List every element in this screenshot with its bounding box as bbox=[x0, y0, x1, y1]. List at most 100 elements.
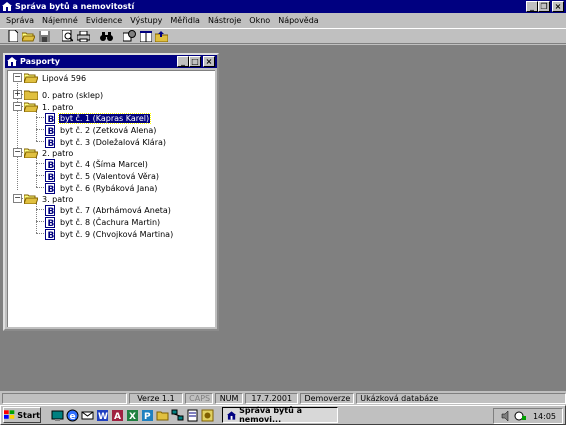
expander-floor-2[interactable]: − bbox=[13, 148, 22, 157]
svg-text:B: B bbox=[48, 173, 55, 182]
svg-text:X: X bbox=[129, 412, 136, 422]
tree-flat-label: byt č. 4 (Šíma Marcel) bbox=[60, 159, 148, 169]
menu-evidence[interactable]: Evidence bbox=[82, 16, 126, 25]
app-title-bar[interactable]: Správa bytů a nemovitostí _ ❐ × bbox=[0, 0, 566, 13]
notepad-icon[interactable] bbox=[186, 409, 199, 422]
child-close-button[interactable]: × bbox=[203, 56, 215, 67]
flat-b-icon: B bbox=[45, 136, 55, 148]
status-caps: CAPS bbox=[185, 393, 214, 404]
flat-b-icon: B bbox=[45, 182, 55, 194]
taskbar-app-button[interactable]: Správa bytů a nemovi... bbox=[222, 406, 338, 424]
publisher-icon[interactable]: P bbox=[141, 409, 154, 422]
start-button[interactable]: Start bbox=[3, 407, 41, 423]
tree-root[interactable]: Lipová 596 bbox=[24, 72, 87, 84]
open-folder-icon bbox=[24, 73, 38, 83]
quick-launch: e W A X P bbox=[51, 409, 214, 422]
browser-icon[interactable]: e bbox=[66, 409, 79, 422]
tree-flat-8[interactable]: B byt č. 8 (Čachura Martin) bbox=[45, 216, 161, 228]
status-num: NUM bbox=[215, 393, 243, 404]
expander-floor-3[interactable]: − bbox=[13, 194, 22, 203]
tree-floor-0[interactable]: 0. patro (sklep) bbox=[24, 89, 104, 101]
network-icon[interactable] bbox=[171, 409, 184, 422]
save-icon[interactable] bbox=[38, 30, 51, 42]
folder-icon bbox=[24, 90, 38, 100]
word-icon[interactable]: W bbox=[96, 409, 109, 422]
open-folder-icon bbox=[24, 102, 38, 112]
print-preview-icon[interactable] bbox=[61, 30, 74, 42]
close-button[interactable]: × bbox=[552, 1, 564, 12]
windows-logo-icon bbox=[4, 410, 15, 419]
scheduler-icon[interactable] bbox=[514, 411, 526, 421]
house-icon bbox=[2, 2, 12, 11]
menu-nastroje[interactable]: Nástroje bbox=[204, 16, 245, 25]
pasporty-title-bar[interactable]: Pasporty _ □ × bbox=[5, 55, 217, 68]
emblem-icon[interactable] bbox=[201, 409, 214, 422]
flat-b-icon: B bbox=[45, 158, 55, 170]
speaker-icon[interactable] bbox=[501, 411, 511, 421]
toolbar bbox=[0, 28, 566, 44]
menu-okno[interactable]: Okno bbox=[245, 16, 274, 25]
settings-icon[interactable] bbox=[123, 30, 136, 42]
tree-floor-label: 1. patro bbox=[42, 102, 74, 112]
tree-flat-1[interactable]: B byt č. 1 (Kapras Karel) bbox=[45, 112, 152, 124]
expander-floor-0[interactable]: + bbox=[13, 90, 22, 99]
menu-bar: Správa Nájemné Evidence Výstupy Měřidla … bbox=[0, 13, 566, 28]
pasporty-tree[interactable]: − + − − − Lipová 596 0. patro (sklep) 1.… bbox=[7, 70, 215, 327]
svg-text:e: e bbox=[70, 412, 76, 422]
folder-icon[interactable] bbox=[156, 409, 169, 422]
child-minimize-button[interactable]: _ bbox=[177, 56, 189, 67]
system-tray: 14:05 bbox=[493, 408, 563, 424]
menu-vystupy[interactable]: Výstupy bbox=[126, 16, 166, 25]
svg-text:B: B bbox=[48, 161, 55, 170]
flat-b-icon: B bbox=[45, 124, 55, 136]
tree-flat-label: byt č. 2 (Zetková Alena) bbox=[60, 125, 157, 135]
svg-text:B: B bbox=[48, 207, 55, 216]
expander-floor-1[interactable]: − bbox=[13, 102, 22, 111]
status-version: Verze 1.1 bbox=[128, 393, 184, 404]
pasporty-window[interactable]: Pasporty _ □ × − + − − − Lipová 596 0. p… bbox=[3, 53, 219, 331]
menu-meridla[interactable]: Měřidla bbox=[166, 16, 204, 25]
svg-text:A: A bbox=[114, 412, 121, 422]
child-maximize-button[interactable]: □ bbox=[189, 56, 201, 67]
restore-button[interactable]: ❐ bbox=[538, 1, 550, 12]
tree-flat-9[interactable]: B byt č. 9 (Chvojková Martina) bbox=[45, 228, 174, 240]
print-icon[interactable] bbox=[77, 30, 90, 42]
tree-floor-label: 3. patro bbox=[42, 194, 74, 204]
tree-flat-label: byt č. 7 (Abrhámová Aneta) bbox=[60, 205, 171, 215]
tree-flat-label: byt č. 1 (Kapras Karel) bbox=[57, 112, 152, 124]
access-icon[interactable]: A bbox=[111, 409, 124, 422]
tree-flat-5[interactable]: B byt č. 5 (Valentová Věra) bbox=[45, 170, 160, 182]
tree-flat-4[interactable]: B byt č. 4 (Šíma Marcel) bbox=[45, 158, 149, 170]
menu-sprava[interactable]: Správa bbox=[2, 16, 38, 25]
tree-flat-label: byt č. 8 (Čachura Martin) bbox=[60, 217, 161, 227]
house-icon bbox=[7, 57, 17, 66]
tree-flat-label: byt č. 6 (Rybáková Jana) bbox=[60, 183, 158, 193]
open-folder-icon bbox=[24, 148, 38, 158]
flat-b-icon: B bbox=[45, 228, 55, 240]
mail-icon[interactable] bbox=[81, 409, 94, 422]
tree-flat-2[interactable]: B byt č. 2 (Zetková Alena) bbox=[45, 124, 157, 136]
flat-b-icon: B bbox=[45, 216, 55, 228]
excel-icon[interactable]: X bbox=[126, 409, 139, 422]
expander-root[interactable]: − bbox=[13, 73, 22, 82]
status-mode: Demoverze bbox=[300, 393, 355, 404]
open-folder-icon[interactable] bbox=[22, 30, 35, 42]
svg-text:B: B bbox=[48, 231, 55, 240]
binoculars-icon[interactable] bbox=[100, 30, 113, 42]
menu-napoveda[interactable]: Nápověda bbox=[274, 16, 323, 25]
export-icon[interactable] bbox=[155, 30, 168, 42]
start-label: Start bbox=[17, 410, 40, 420]
status-empty bbox=[2, 393, 127, 404]
menu-najemne[interactable]: Nájemné bbox=[38, 16, 82, 25]
taskbar-app-label: Správa bytů a nemovi... bbox=[239, 406, 302, 424]
flat-b-icon: B bbox=[45, 170, 55, 182]
minimize-button[interactable]: _ bbox=[526, 1, 538, 12]
window-icon[interactable] bbox=[139, 30, 152, 42]
flat-b-icon: B bbox=[45, 112, 55, 124]
tree-floor-label: 0. patro (sklep) bbox=[42, 90, 104, 100]
desktop-icon[interactable] bbox=[51, 409, 64, 422]
tree-flat-label: byt č. 5 (Valentová Věra) bbox=[60, 171, 159, 181]
status-database: Ukázková databáze bbox=[356, 393, 566, 404]
new-doc-icon[interactable] bbox=[6, 30, 19, 42]
tree-flat-7[interactable]: B byt č. 7 (Abrhámová Aneta) bbox=[45, 204, 172, 216]
